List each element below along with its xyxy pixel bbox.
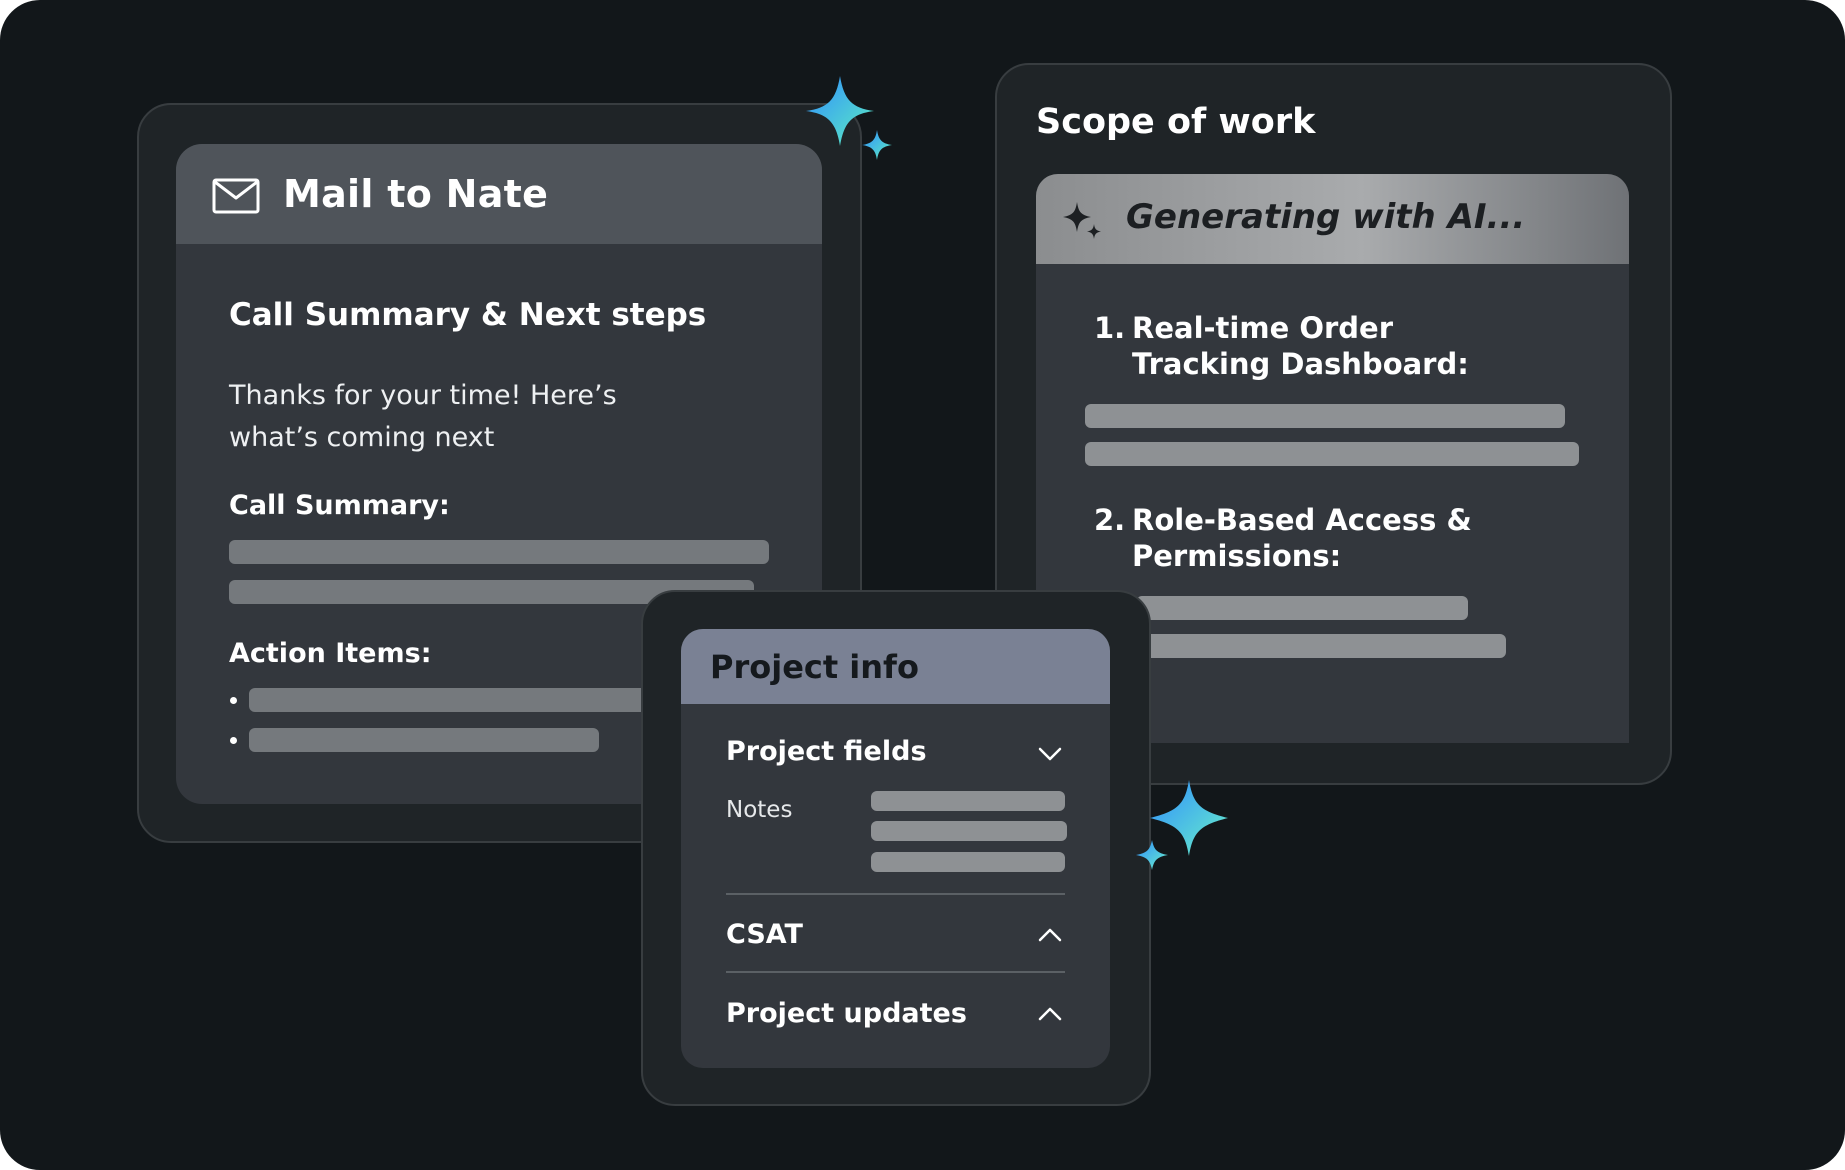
text-placeholder-bar xyxy=(1085,442,1579,466)
mail-title: Mail to Nate xyxy=(283,172,549,216)
scope-item-number: 2. xyxy=(1094,503,1126,537)
sparkle-decoration-icon xyxy=(1136,780,1228,870)
text-placeholder-bar xyxy=(1136,596,1468,620)
text-placeholder-bar xyxy=(249,728,599,752)
scope-title: Scope of work xyxy=(1036,102,1316,142)
text-placeholder-bar xyxy=(229,540,769,564)
section-project-updates[interactable]: Project updates xyxy=(726,996,967,1032)
notes-placeholder-bar xyxy=(871,852,1065,872)
bullet xyxy=(230,737,237,744)
mail-body-text: Thanks for your time! Here’s what’s comi… xyxy=(229,380,617,453)
notes-placeholder-bar xyxy=(871,821,1067,841)
project-title: Project info xyxy=(710,648,919,686)
project-card: Project info Project fields Notes CSAT P… xyxy=(681,629,1110,1068)
notes-placeholder-bar xyxy=(871,791,1065,811)
chevron-up-icon[interactable] xyxy=(1037,1006,1063,1022)
section-project-fields[interactable]: Project fields xyxy=(726,734,927,770)
mail-icon xyxy=(212,178,260,214)
ai-status-banner: Generating with AI... xyxy=(1036,174,1629,264)
action-items-label: Action Items: xyxy=(229,638,432,669)
text-placeholder-bar xyxy=(249,688,669,712)
text-placeholder-bar xyxy=(1136,634,1506,658)
chevron-down-icon[interactable] xyxy=(1037,746,1063,762)
scope-item-label: Role-Based Access & Permissions: xyxy=(1132,503,1472,573)
ai-status-text: Generating with AI... xyxy=(1126,197,1526,237)
chevron-up-icon[interactable] xyxy=(1037,927,1063,943)
sparkle-decoration-icon xyxy=(806,76,892,160)
canvas: Mail to Nate Call Summary & Next steps T… xyxy=(0,0,1845,1170)
scope-item-label: Real-time Order Tracking Dashboard: xyxy=(1132,311,1469,381)
call-summary-label: Call Summary: xyxy=(229,490,450,521)
sparkle-icon xyxy=(1063,202,1101,239)
mail-card-header: Mail to Nate xyxy=(176,144,822,244)
bullet xyxy=(230,697,237,704)
notes-label: Notes xyxy=(726,797,793,823)
mail-subject: Call Summary & Next steps xyxy=(229,297,707,333)
project-card-header: Project info xyxy=(681,629,1110,704)
section-csat[interactable]: CSAT xyxy=(726,917,803,953)
divider xyxy=(726,971,1065,973)
scope-item-number: 1. xyxy=(1094,311,1126,345)
divider xyxy=(726,893,1065,895)
text-placeholder-bar xyxy=(1085,404,1565,428)
